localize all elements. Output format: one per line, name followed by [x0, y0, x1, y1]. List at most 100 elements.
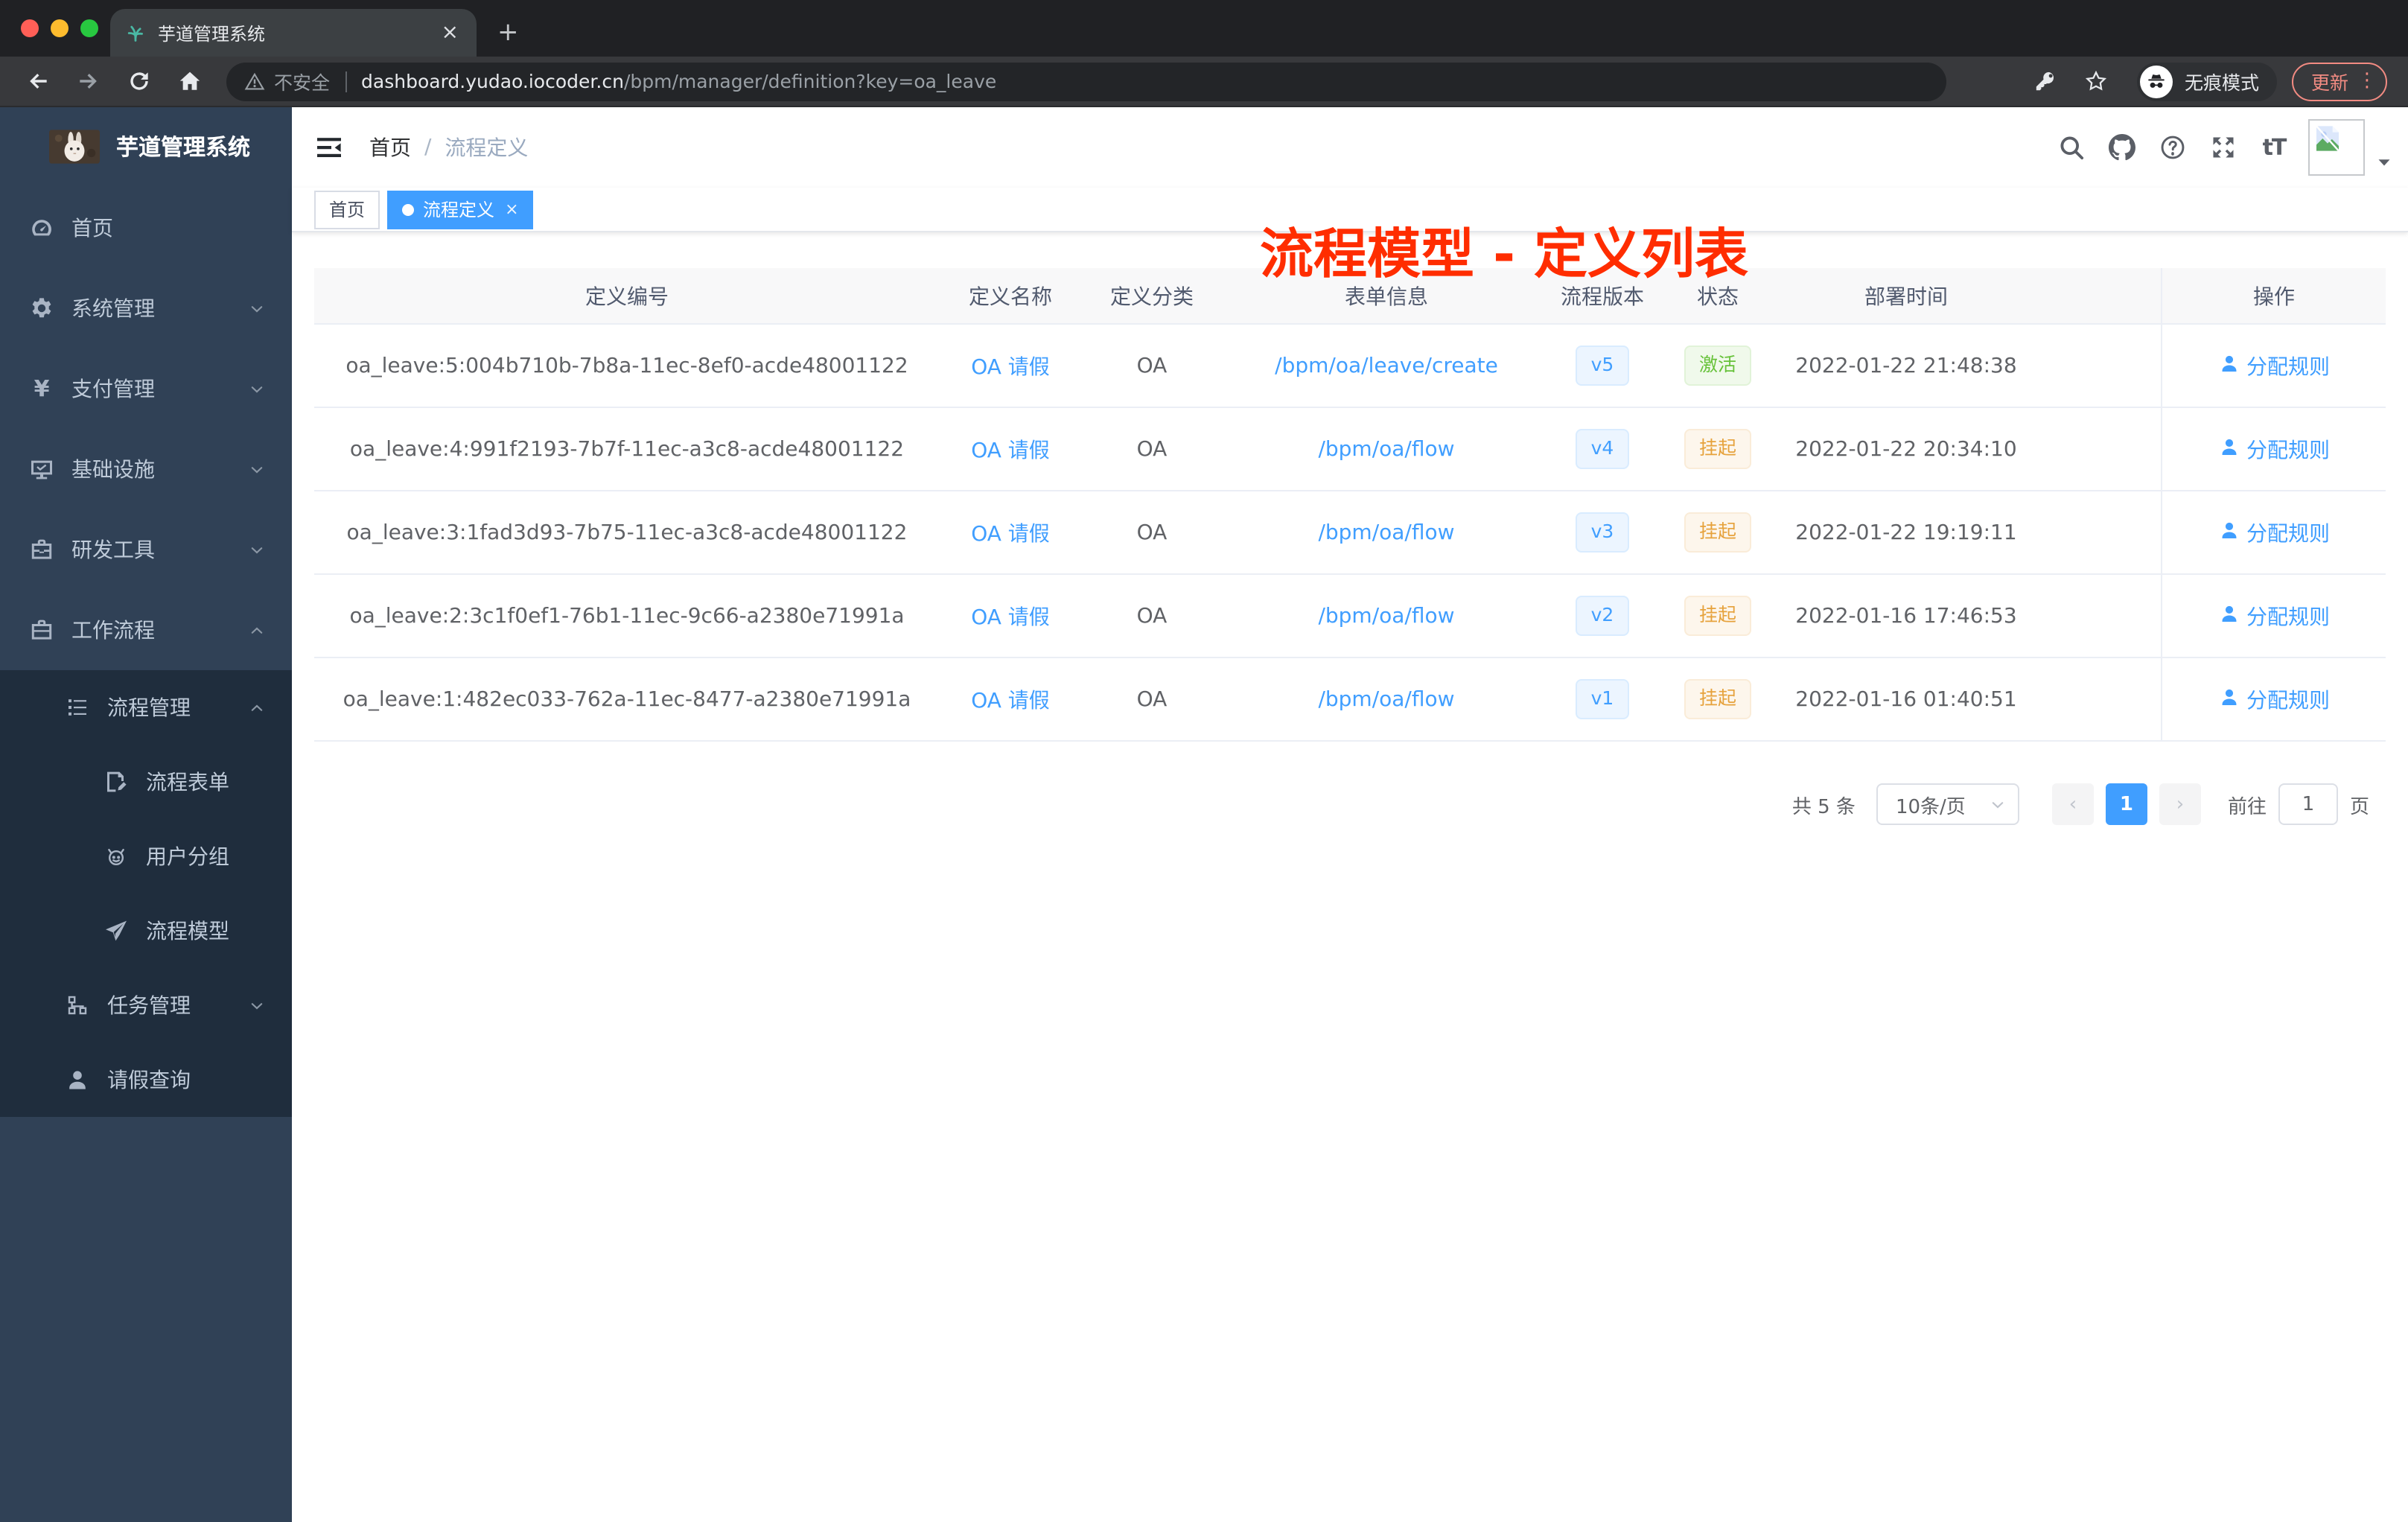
prev-page-button[interactable]: ‹	[2051, 783, 2094, 825]
avatar[interactable]	[2308, 119, 2365, 176]
screenshot-root: 芋道管理系统 × + 不安全 dashboard.yudao.iocoder.c…	[0, 0, 2408, 1522]
reload-icon[interactable]	[119, 62, 158, 101]
browser-tab-strip: 芋道管理系统 × +	[0, 0, 2408, 57]
assign-rule-link[interactable]: 分配规则	[2218, 434, 2330, 464]
sidebar-logo: 芋道管理系统	[0, 107, 292, 185]
form-info-link[interactable]: /bpm/oa/leave/create	[1275, 354, 1498, 378]
sidebar-item-system[interactable]: 系统管理	[0, 268, 292, 348]
assign-rule-link[interactable]: 分配规则	[2218, 351, 2330, 380]
table-row: oa_leave:4:991f2193-7b7f-11ec-a3c8-acde4…	[314, 408, 2386, 491]
page-1-button[interactable]: 1	[2105, 783, 2147, 825]
sidebar-item-leave-query[interactable]: 请假查询	[0, 1042, 292, 1117]
page-size-value: 10条/页	[1895, 796, 1966, 818]
rabbit-logo-image	[49, 129, 100, 163]
breadcrumb-current: 流程定义	[445, 137, 529, 161]
chrome-update-menu-button[interactable]: 更新 ⋮	[2291, 62, 2387, 101]
sidebar-item-infra[interactable]: 基础设施	[0, 429, 292, 509]
close-window-button[interactable]	[21, 19, 39, 37]
cell-category: OA	[1136, 437, 1168, 461]
forward-icon[interactable]	[69, 62, 107, 101]
tree-icon	[66, 993, 89, 1017]
sidebar-item-workflow[interactable]: 工作流程	[0, 590, 292, 670]
version-badge: v2	[1576, 596, 1629, 636]
assign-rule-link[interactable]: 分配规则	[2218, 518, 2330, 547]
form-info-link[interactable]: /bpm/oa/flow	[1318, 520, 1454, 544]
form-info-link[interactable]: /bpm/oa/flow	[1318, 687, 1454, 711]
definition-name-link[interactable]: OA 请假	[971, 518, 1050, 547]
tab-close-icon[interactable]: ×	[439, 21, 462, 45]
sidebar: 芋道管理系统 首页 系统管理 ¥ 支付管理 基础设施 研发工具 工作流程 流程管…	[0, 107, 292, 1522]
sidebar-item-process-form[interactable]: 流程表单	[0, 745, 292, 819]
page-unit-label: 页	[2349, 796, 2369, 818]
sidebar-item-process-manage[interactable]: 流程管理	[0, 670, 292, 745]
tag-process-definition[interactable]: 流程定义 ×	[387, 190, 534, 229]
sidebar-item-home[interactable]: 首页	[0, 188, 292, 268]
new-tab-button[interactable]: +	[497, 20, 519, 46]
goto-page-input[interactable]	[2278, 783, 2338, 825]
fullscreen-icon[interactable]	[2198, 127, 2249, 168]
list-icon	[66, 695, 89, 719]
back-icon[interactable]	[18, 62, 57, 101]
chevron-down-icon	[1990, 796, 2006, 812]
status-badge: 挂起	[1684, 429, 1751, 469]
next-page-button[interactable]: ›	[2159, 783, 2201, 825]
tab-title: 芋道管理系统	[158, 23, 266, 44]
address-bar[interactable]: 不安全 dashboard.yudao.iocoder.cn/bpm/manag…	[226, 62, 1946, 101]
definition-name-link[interactable]: OA 请假	[971, 351, 1050, 380]
form-info-link[interactable]: /bpm/oa/flow	[1318, 604, 1454, 628]
form-info-link[interactable]: /bpm/oa/flow	[1318, 437, 1454, 461]
table-row: oa_leave:3:1fad3d93-7b75-11ec-a3c8-acde4…	[314, 491, 2386, 575]
tag-close-icon[interactable]: ×	[505, 200, 518, 219]
avatar-caret-down-icon[interactable]	[2375, 149, 2393, 167]
browser-tab[interactable]: 芋道管理系统 ×	[110, 9, 477, 57]
cell-deploy-time: 2022-01-22 21:48:38	[1795, 354, 2017, 378]
toolbox-icon	[30, 538, 54, 561]
help-icon[interactable]	[2147, 127, 2198, 168]
chevron-up-icon	[249, 622, 265, 638]
table-row: oa_leave:5:004b710b-7b8a-11ec-8ef0-acde4…	[314, 325, 2386, 408]
assign-rule-link[interactable]: 分配规则	[2218, 684, 2330, 714]
breadcrumb-home[interactable]: 首页	[369, 133, 411, 162]
kebab-menu-icon[interactable]: ⋮	[2357, 70, 2377, 92]
yen-icon: ¥	[34, 375, 50, 402]
key-icon[interactable]	[2027, 62, 2065, 101]
hamburger-icon[interactable]	[314, 133, 344, 162]
broken-image-icon	[2316, 125, 2339, 152]
version-badge: v5	[1576, 346, 1629, 386]
bookmark-star-icon[interactable]	[2077, 62, 2116, 101]
assign-rule-link[interactable]: 分配规则	[2218, 601, 2330, 631]
home-icon[interactable]	[170, 62, 208, 101]
update-label: 更新	[2310, 71, 2348, 94]
definition-name-link[interactable]: OA 请假	[971, 434, 1050, 464]
definition-name-link[interactable]: OA 请假	[971, 601, 1050, 631]
search-icon[interactable]	[2046, 127, 2097, 168]
sidebar-item-user-group[interactable]: 用户分组	[0, 819, 292, 894]
github-icon[interactable]	[2097, 127, 2147, 168]
pagination: 共 5 条 10条/页 ‹ 1 › 前往 页	[314, 783, 2369, 825]
definition-name-link[interactable]: OA 请假	[971, 684, 1050, 714]
minimize-window-button[interactable]	[51, 19, 69, 37]
font-size-icon[interactable]: tT	[2249, 127, 2299, 168]
app-title: 芋道管理系统	[116, 133, 251, 160]
tag-home[interactable]: 首页	[314, 190, 380, 229]
chevron-down-icon	[249, 380, 265, 397]
window-controls[interactable]	[21, 19, 98, 37]
cell-deploy-time: 2022-01-22 20:34:10	[1795, 437, 2017, 461]
sidebar-item-devtools[interactable]: 研发工具	[0, 509, 292, 590]
tag-label: 流程定义	[423, 200, 495, 220]
chevron-down-icon	[249, 541, 265, 558]
sidebar-item-process-model[interactable]: 流程模型	[0, 894, 292, 968]
table-body: oa_leave:5:004b710b-7b8a-11ec-8ef0-acde4…	[314, 325, 2386, 742]
col-header-category: 定义分类	[1110, 285, 1194, 309]
pagination-total: 共 5 条	[1791, 796, 1856, 818]
cell-category: OA	[1136, 687, 1168, 711]
form-icon	[104, 770, 128, 794]
sidebar-item-pay[interactable]: ¥ 支付管理	[0, 348, 292, 429]
zoom-window-button[interactable]	[80, 19, 98, 37]
sidebar-item-task-manage[interactable]: 任务管理	[0, 968, 292, 1042]
version-badge: v3	[1576, 512, 1629, 553]
breadcrumb: 首页 / 流程定义	[369, 133, 528, 162]
omnibox-divider	[345, 71, 347, 92]
page-size-select[interactable]: 10条/页	[1876, 783, 2019, 825]
breadcrumb-separator: /	[424, 136, 432, 159]
